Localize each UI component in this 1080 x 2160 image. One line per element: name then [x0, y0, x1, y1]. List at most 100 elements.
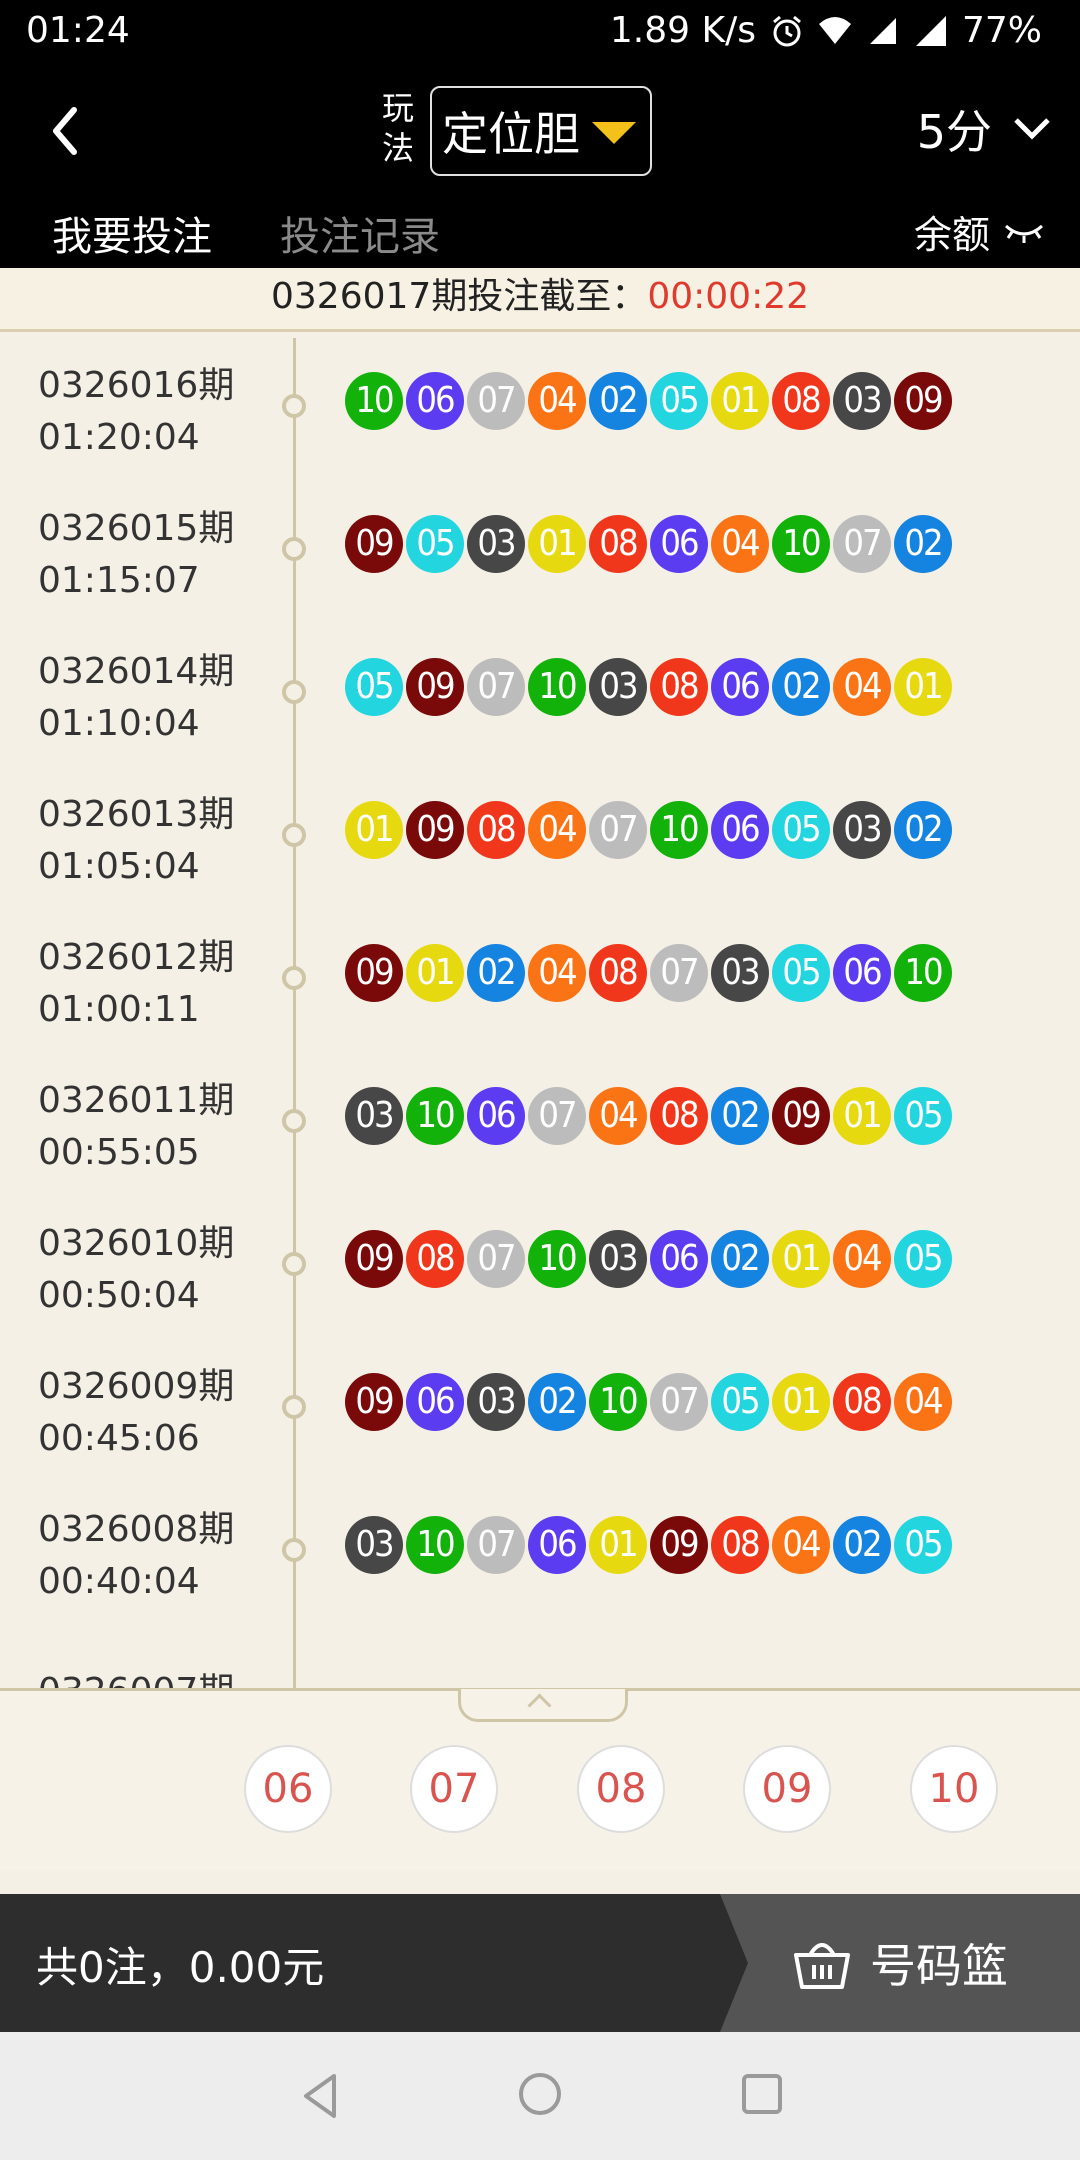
draw-period: 0326016期: [38, 365, 235, 406]
alarm-icon: [773, 15, 801, 46]
play-mode-select[interactable]: 定位胆: [430, 86, 652, 176]
number-ball: 10: [772, 515, 830, 573]
draw-row: 0326008期 00:40:04 03 10 07 06 01 09 08 04 02 05: [0, 1476, 1080, 1619]
number-ball: 05: [894, 1516, 952, 1574]
nav-bar: 玩法 定位胆 5分: [0, 66, 1080, 194]
number-ball: 01: [894, 658, 952, 716]
draw-row: 0326012期 01:00:11 09 01 02 04 08 07 03 05 06 10: [0, 904, 1080, 1047]
draw-history-list[interactable]: 0326016期 01:20:04 10 06 07 04 02 05 01 08 03 09 0326…: [0, 332, 1080, 1690]
interval-select[interactable]: 5分: [917, 96, 1052, 162]
draw-period: 0326011期: [38, 1080, 235, 1121]
number-ball: 04: [772, 1516, 830, 1574]
partial-period: 0326007期: [38, 1662, 234, 1690]
number-ball: 10: [345, 372, 403, 430]
draw-time: 01:00:11: [38, 989, 200, 1030]
draw-period: 0326008期: [38, 1509, 235, 1550]
number-ball: 09: [406, 801, 464, 859]
number-ball: 03: [467, 1373, 525, 1431]
number-ball: 02: [772, 658, 830, 716]
number-ball: 10: [406, 1087, 464, 1145]
draw-period: 0326012期: [38, 937, 235, 978]
timeline-dot: [282, 680, 306, 704]
pick-number-10[interactable]: 10: [910, 1745, 998, 1833]
draw-balls: 10 06 07 04 02 05 01 08 03 09: [345, 372, 952, 430]
network-speed: 1.89 K/s: [609, 10, 756, 51]
number-ball: 06: [711, 801, 769, 859]
draw-balls: 09 05 03 01 08 06 04 10 07 02: [345, 515, 952, 573]
draw-row: 0326014期 01:10:04 05 09 07 10 03 08 06 02 04 01: [0, 618, 1080, 761]
draw-info: 0326010期 00:50:04: [38, 1218, 234, 1322]
number-ball: 06: [650, 1230, 708, 1288]
nav-home-icon[interactable]: [518, 2072, 562, 2116]
balance-label: 余额: [913, 213, 990, 257]
number-ball: 10: [589, 1373, 647, 1431]
nav-recent-icon[interactable]: [740, 2072, 784, 2116]
draw-time: 00:40:04: [38, 1561, 200, 1602]
number-ball: 05: [650, 372, 708, 430]
number-ball: 06: [833, 944, 891, 1002]
number-ball: 09: [345, 944, 403, 1002]
number-ball: 01: [711, 372, 769, 430]
system-nav-bar: [0, 2032, 1080, 2160]
number-ball: 08: [650, 658, 708, 716]
signal-icon: [915, 15, 946, 46]
countdown-label: 0326017期投注截至：: [270, 276, 648, 317]
number-ball: 08: [711, 1516, 769, 1574]
number-ball: 03: [711, 944, 769, 1002]
draw-time: 01:15:07: [38, 560, 200, 601]
number-ball: 05: [711, 1373, 769, 1431]
basket-button[interactable]: 号码篮: [720, 1894, 1080, 2032]
number-ball: 04: [528, 372, 586, 430]
draw-balls: 09 08 07 10 03 06 02 01 04 05: [345, 1230, 952, 1288]
pick-number-07[interactable]: 07: [410, 1745, 498, 1833]
number-ball: 02: [528, 1373, 586, 1431]
number-ball: 02: [711, 1230, 769, 1288]
pick-number-08[interactable]: 08: [577, 1745, 665, 1833]
number-ball: 08: [650, 1087, 708, 1145]
timeline-dot: [282, 1109, 306, 1133]
tab-bet[interactable]: 我要投注: [52, 204, 212, 278]
number-ball: 04: [711, 515, 769, 573]
number-ball: 07: [467, 658, 525, 716]
timeline-dot: [282, 966, 306, 990]
pick-number-06[interactable]: 06: [244, 1745, 332, 1833]
timeline-dot: [282, 537, 306, 561]
status-icons: 1.89 K/s 77%: [610, 10, 1042, 51]
number-ball: 06: [711, 658, 769, 716]
number-ball: 04: [833, 1230, 891, 1288]
dropdown-triangle-icon: [592, 122, 636, 144]
timeline-dot: [282, 823, 306, 847]
tab-records[interactable]: 投注记录: [280, 204, 440, 262]
number-ball: 03: [589, 1230, 647, 1288]
draw-time: 01:20:04: [38, 417, 200, 458]
wifi-icon: [818, 16, 851, 44]
number-ball: 08: [589, 515, 647, 573]
number-ball: 03: [589, 658, 647, 716]
draw-row: 0326010期 00:50:04 09 08 07 10 03 06 02 01 04 05: [0, 1190, 1080, 1333]
number-ball: 01: [772, 1230, 830, 1288]
bet-total: 共0注，0.00元: [36, 1943, 325, 1992]
play-label: 玩法: [381, 89, 414, 167]
draw-balls: 03 10 07 06 01 09 08 04 02 05: [345, 1516, 952, 1574]
nav-back-icon[interactable]: [300, 2072, 340, 2120]
number-ball: 06: [467, 1087, 525, 1145]
number-ball: 06: [406, 372, 464, 430]
number-ball: 02: [711, 1087, 769, 1145]
number-ball: 07: [650, 1373, 708, 1431]
basket-icon: [794, 1943, 850, 1989]
draw-info: 0326011期 00:55:05: [38, 1075, 234, 1179]
number-ball: 03: [833, 372, 891, 430]
battery-level: 77%: [961, 10, 1042, 51]
number-ball: 07: [650, 944, 708, 1002]
number-ball: 05: [894, 1230, 952, 1288]
draw-balls: 09 06 03 02 10 07 05 01 08 04: [345, 1373, 952, 1431]
number-ball: 09: [772, 1087, 830, 1145]
number-ball: 10: [406, 1516, 464, 1574]
number-ball: 01: [589, 1516, 647, 1574]
countdown-time: 00:00:22: [647, 276, 810, 317]
back-icon[interactable]: [40, 96, 100, 166]
number-ball: 01: [833, 1087, 891, 1145]
pick-number-09[interactable]: 09: [743, 1745, 831, 1833]
panel-pull-handle[interactable]: [458, 1689, 628, 1722]
balance-toggle[interactable]: 余额: [914, 204, 1046, 259]
